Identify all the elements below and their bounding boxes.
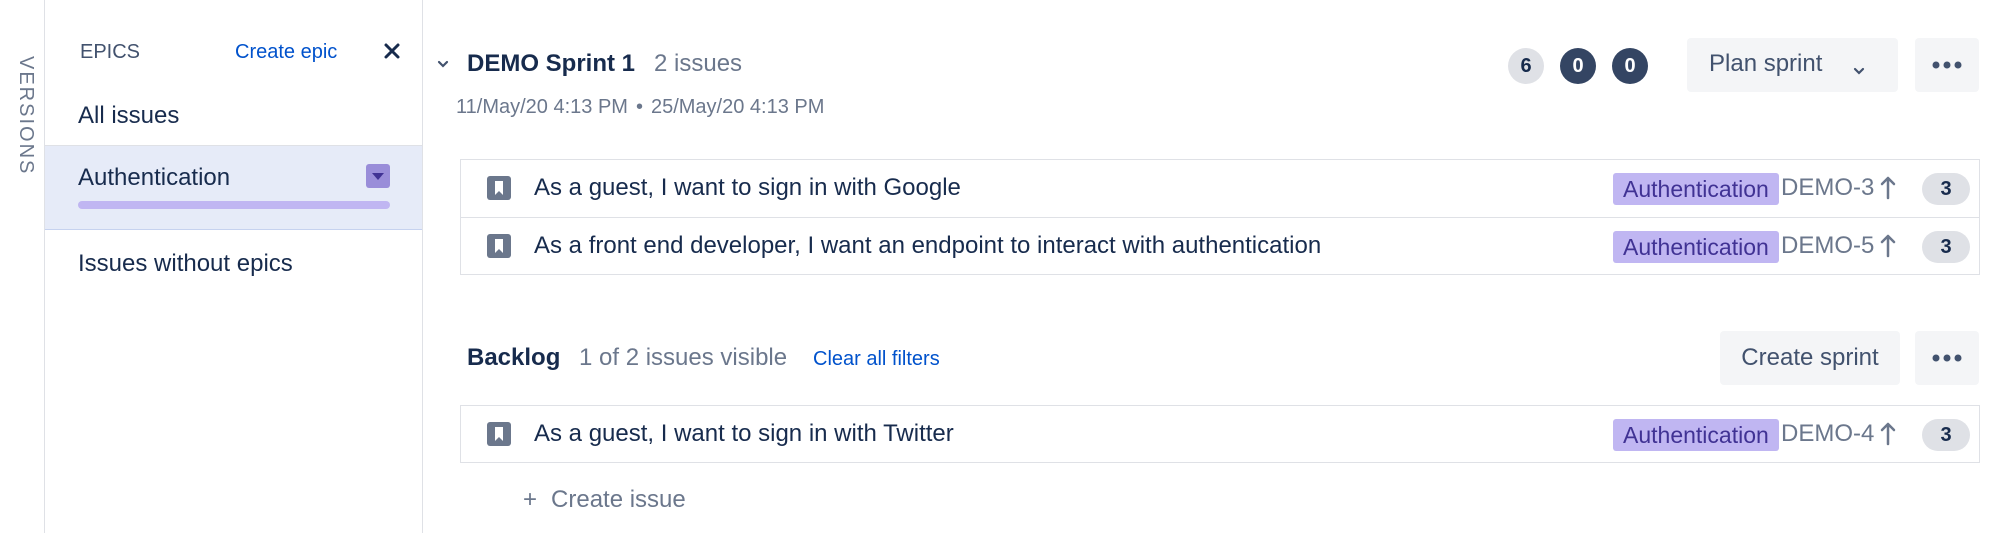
chevron-down-icon-svg (437, 60, 449, 68)
epic-filter-label: All issues (78, 102, 180, 129)
priority-medium-icon (1880, 176, 1896, 200)
backlog-visible-count: 1 of 2 issues visible (579, 344, 788, 371)
backlog-main: DEMO Sprint 1 2 issues 11/May/20 4:13 PM… (423, 0, 2000, 533)
clear-all-filters-link[interactable]: Clear all filters (813, 348, 940, 371)
epic-lozenge[interactable]: Authentication (1613, 419, 1779, 451)
story-points-badge: 3 (1922, 231, 1970, 263)
epics-title: EPICS (80, 41, 141, 63)
story-icon (487, 176, 511, 200)
sprint-issue-list: As a guest, I want to sign in with Googl… (460, 159, 1980, 275)
issue-row[interactable]: As a front end developer, I want an endp… (461, 217, 1979, 274)
issue-key[interactable]: DEMO-3 (1781, 174, 1874, 202)
epic-filter-authentication[interactable]: Authentication (45, 146, 422, 230)
issue-summary: As a guest, I want to sign in with Googl… (534, 174, 961, 201)
epics-header: EPICS Create epic (45, 0, 422, 100)
story-points-badge: 3 (1922, 173, 1970, 205)
priority-medium-icon (1880, 234, 1896, 258)
epic-filter-issues-without-epics[interactable]: Issues without epics (78, 250, 293, 278)
create-issue-button[interactable]: + Create issue (523, 486, 686, 514)
chevron-down-icon-svg (1853, 67, 1865, 75)
close-icon-svg (384, 43, 400, 59)
plan-sprint-button[interactable]: Plan sprint (1687, 38, 1898, 92)
chevron-down-icon[interactable] (435, 56, 451, 72)
chevron-down-icon[interactable] (366, 164, 390, 188)
versions-rail[interactable]: VERSIONS (0, 0, 44, 533)
story-icon (487, 234, 511, 258)
in-progress-count-badge: 0 (1560, 48, 1596, 84)
issue-summary: As a guest, I want to sign in with Twitt… (534, 420, 954, 447)
issue-summary: As a front end developer, I want an endp… (534, 232, 1322, 259)
versions-label[interactable]: VERSIONS (14, 56, 37, 175)
sprint-issue-count: 2 issues (654, 50, 743, 77)
sprint-start-date: 11/May/20 4:13 PM (456, 96, 628, 118)
done-count-badge: 0 (1612, 48, 1648, 84)
sprint-dates: 11/May/20 4:13 PM • 25/May/20 4:13 PM (456, 96, 824, 119)
backlog-more-button[interactable] (1915, 331, 1979, 385)
more-icon (1932, 354, 1962, 362)
story-points-badge: 3 (1922, 419, 1970, 451)
backlog-issue-list: As a guest, I want to sign in with Twitt… (460, 405, 1980, 463)
issue-row[interactable]: As a guest, I want to sign in with Twitt… (461, 406, 1979, 462)
date-separator: • (635, 96, 643, 118)
epic-lozenge[interactable]: Authentication (1613, 173, 1779, 205)
priority-medium-icon (1880, 422, 1896, 446)
more-icon (1932, 61, 1962, 69)
chevron-down-icon (1851, 58, 1867, 75)
backlog-title: Backlog (467, 344, 561, 371)
sprint-end-date: 25/May/20 4:13 PM (650, 96, 825, 118)
epic-lozenge[interactable]: Authentication (1613, 231, 1779, 263)
todo-count-badge: 6 (1508, 48, 1544, 84)
plus-icon: + (523, 486, 538, 513)
issue-row[interactable]: As a guest, I want to sign in with Googl… (461, 160, 1979, 216)
create-epic-link[interactable]: Create epic (235, 41, 337, 64)
sprint-more-button[interactable] (1915, 38, 1979, 92)
issue-key[interactable]: DEMO-5 (1781, 232, 1874, 260)
issue-key[interactable]: DEMO-4 (1781, 420, 1874, 448)
epics-panel: EPICS Create epic All issues Authenticat… (44, 0, 423, 533)
story-icon (487, 422, 511, 446)
create-sprint-button[interactable]: Create sprint (1720, 331, 1900, 385)
epic-filter-label: Authentication (78, 164, 231, 191)
close-icon[interactable] (379, 38, 405, 64)
create-issue-label: Create issue (551, 486, 686, 513)
epic-color-bar (78, 201, 390, 209)
sprint-name[interactable]: DEMO Sprint 1 (467, 50, 635, 78)
epic-filter-all-issues[interactable]: All issues (45, 92, 422, 146)
plan-sprint-label: Plan sprint (1709, 50, 1823, 77)
